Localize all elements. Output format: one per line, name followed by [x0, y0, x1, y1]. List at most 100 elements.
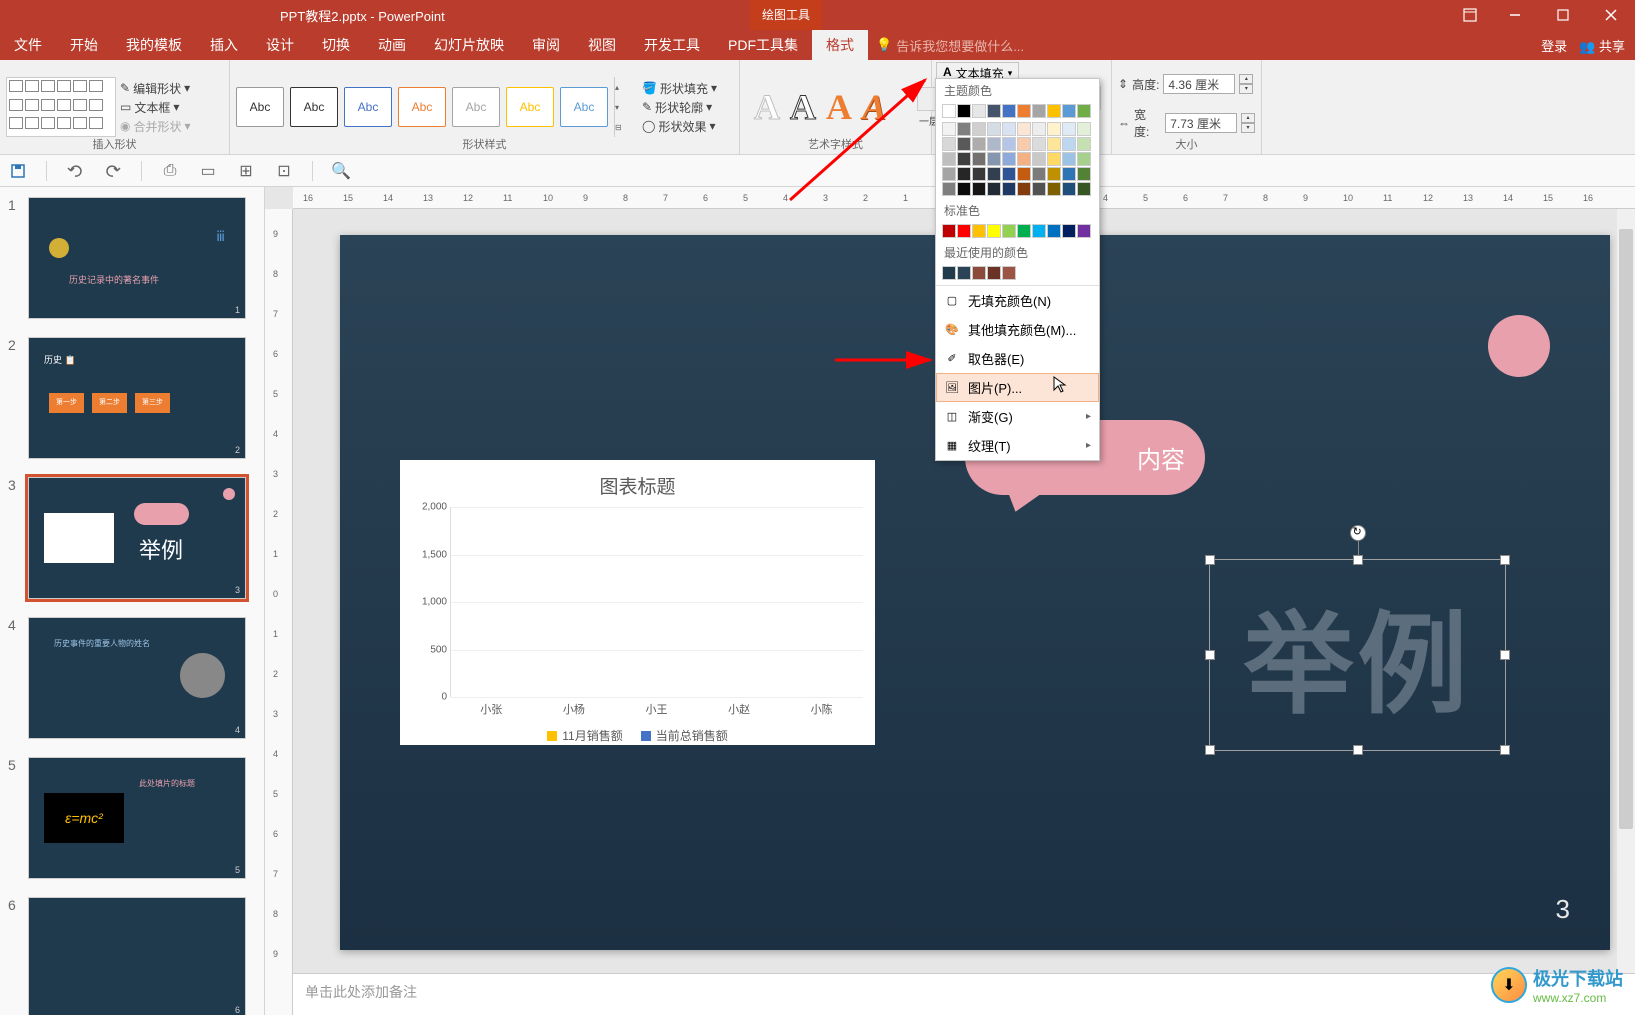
resize-handle-mr[interactable] [1500, 650, 1510, 660]
tab-insert[interactable]: 插入 [196, 30, 252, 60]
color-swatch[interactable] [1017, 152, 1031, 166]
resize-handle-tl[interactable] [1205, 555, 1215, 565]
share-button[interactable]: 👥 共享 [1579, 36, 1625, 55]
tab-transitions[interactable]: 切换 [308, 30, 364, 60]
height-input[interactable]: 4.36 厘米 [1163, 74, 1235, 94]
color-swatch[interactable] [1002, 266, 1016, 280]
rotate-handle[interactable] [1350, 525, 1366, 541]
decorative-circle[interactable] [1488, 315, 1550, 377]
color-swatch[interactable] [1077, 152, 1091, 166]
scrollbar-thumb[interactable] [1619, 229, 1633, 829]
color-swatch[interactable] [972, 122, 986, 136]
style-preset-7[interactable]: Abc [560, 87, 608, 127]
color-swatch[interactable] [1077, 224, 1091, 238]
thumbnail-item[interactable]: 11历史记录中的著名事件ⅲ [4, 197, 260, 319]
color-swatch[interactable] [957, 122, 971, 136]
thumbnail-panel[interactable]: 11历史记录中的著名事件ⅲ22历史 📋第一步第二步第三步33举例44历史事件的重… [0, 187, 265, 1015]
color-swatch[interactable] [1047, 224, 1061, 238]
qat-btn-4[interactable]: ⎙ [160, 161, 180, 181]
color-swatch[interactable] [987, 104, 1001, 118]
tab-slideshow[interactable]: 幻灯片放映 [420, 30, 518, 60]
shape-effects-button[interactable]: ◯形状效果 ▾ [642, 118, 717, 135]
color-swatch[interactable] [1002, 167, 1016, 181]
color-swatch[interactable] [1047, 182, 1061, 196]
tab-developer[interactable]: 开发工具 [630, 30, 714, 60]
picture-fill-item[interactable]: 🖼图片(P)... [936, 373, 1099, 402]
resize-handle-tr[interactable] [1500, 555, 1510, 565]
color-swatch[interactable] [942, 167, 956, 181]
color-swatch[interactable] [942, 104, 956, 118]
width-input[interactable]: 7.73 厘米 [1165, 113, 1237, 133]
merge-shapes-button[interactable]: ◉合并形状 ▾ [120, 118, 191, 135]
resize-handle-ml[interactable] [1205, 650, 1215, 660]
color-swatch[interactable] [1077, 137, 1091, 151]
color-swatch[interactable] [1002, 152, 1016, 166]
vertical-scrollbar[interactable] [1617, 209, 1635, 973]
color-swatch[interactable] [1062, 104, 1076, 118]
tab-format[interactable]: 格式 [812, 30, 868, 60]
color-swatch[interactable] [987, 266, 1001, 280]
color-swatch[interactable] [1032, 167, 1046, 181]
color-swatch[interactable] [1062, 152, 1076, 166]
color-swatch[interactable] [987, 122, 1001, 136]
wordart-preset-2[interactable]: A [790, 86, 816, 128]
color-swatch[interactable] [1017, 182, 1031, 196]
color-swatch[interactable] [972, 182, 986, 196]
height-down[interactable]: ▾ [1239, 84, 1253, 94]
more-colors-item[interactable]: 🎨其他填充颜色(M)... [936, 315, 1099, 344]
color-swatch[interactable] [987, 152, 1001, 166]
color-swatch[interactable] [972, 104, 986, 118]
color-swatch[interactable] [1047, 152, 1061, 166]
color-swatch[interactable] [1077, 122, 1091, 136]
color-swatch[interactable] [972, 137, 986, 151]
color-swatch[interactable] [942, 182, 956, 196]
color-swatch[interactable] [957, 182, 971, 196]
resize-handle-bm[interactable] [1353, 745, 1363, 755]
color-swatch[interactable] [1032, 137, 1046, 151]
texture-item[interactable]: ▦纹理(T)▸ [936, 431, 1099, 460]
width-down[interactable]: ▾ [1241, 123, 1255, 133]
color-swatch[interactable] [1002, 224, 1016, 238]
wordart-preset-1[interactable]: A [754, 86, 780, 128]
color-swatch[interactable] [987, 224, 1001, 238]
color-swatch[interactable] [1077, 167, 1091, 181]
thumbnail-item[interactable]: 55ε=mc²此处填片的标题 [4, 757, 260, 879]
color-swatch[interactable] [987, 137, 1001, 151]
style-preset-3[interactable]: Abc [344, 87, 392, 127]
color-swatch[interactable] [1077, 104, 1091, 118]
color-swatch[interactable] [1032, 152, 1046, 166]
style-preset-4[interactable]: Abc [398, 87, 446, 127]
qat-btn-8[interactable]: 🔍 [331, 161, 351, 181]
tell-me-search[interactable]: 💡 告诉我您想要做什么... [876, 36, 1024, 55]
thumbnail-item[interactable]: 22历史 📋第一步第二步第三步 [4, 337, 260, 459]
width-up[interactable]: ▴ [1241, 113, 1255, 123]
tab-templates[interactable]: 我的模板 [112, 30, 196, 60]
ribbon-display-options[interactable] [1455, 0, 1485, 30]
color-swatch[interactable] [1017, 137, 1031, 151]
color-swatch[interactable] [1002, 104, 1016, 118]
color-swatch[interactable] [957, 137, 971, 151]
color-swatch[interactable] [972, 266, 986, 280]
color-swatch[interactable] [972, 167, 986, 181]
style-preset-1[interactable]: Abc [236, 87, 284, 127]
color-swatch[interactable] [1002, 137, 1016, 151]
style-preset-5[interactable]: Abc [452, 87, 500, 127]
color-swatch[interactable] [1062, 122, 1076, 136]
eyedropper-item[interactable]: ✐取色器(E) [936, 344, 1099, 373]
color-swatch[interactable] [1062, 137, 1076, 151]
shape-outline-button[interactable]: ✎形状轮廓 ▾ [642, 99, 717, 116]
styles-more-button[interactable]: ▴▾⊟ [614, 77, 632, 137]
color-swatch[interactable] [1062, 182, 1076, 196]
color-swatch[interactable] [972, 224, 986, 238]
color-swatch[interactable] [1047, 122, 1061, 136]
tab-view[interactable]: 视图 [574, 30, 630, 60]
wordart-textbox[interactable]: 举例 [1215, 565, 1500, 745]
style-preset-6[interactable]: Abc [506, 87, 554, 127]
color-swatch[interactable] [957, 224, 971, 238]
undo-button[interactable] [65, 161, 85, 181]
qat-btn-6[interactable]: ⊞ [236, 161, 256, 181]
tab-animations[interactable]: 动画 [364, 30, 420, 60]
resize-handle-bl[interactable] [1205, 745, 1215, 755]
minimize-button[interactable] [1491, 0, 1539, 30]
height-up[interactable]: ▴ [1239, 74, 1253, 84]
